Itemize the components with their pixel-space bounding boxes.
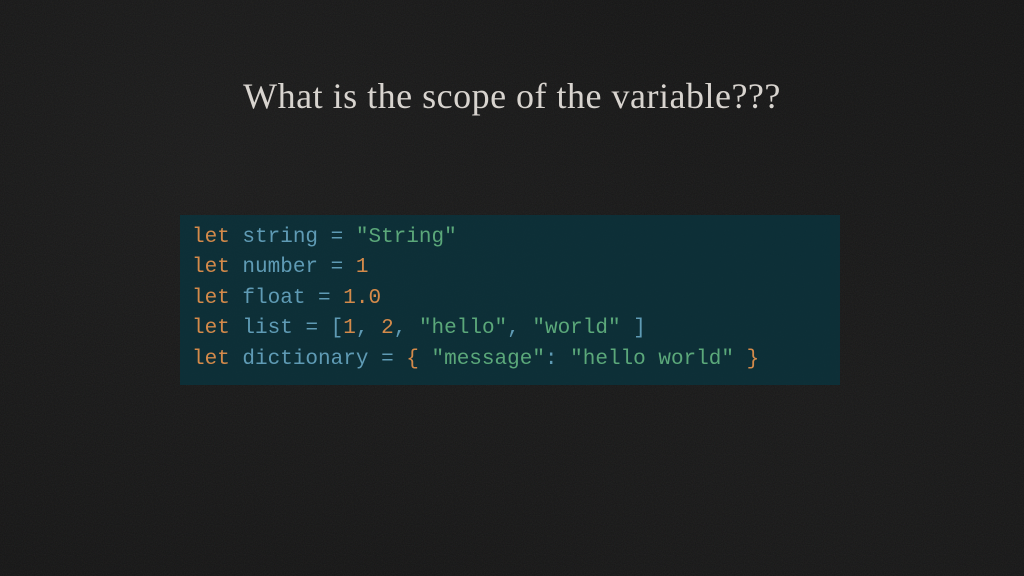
code-line-4: let list = [1, 2, "hello", "world" ] [192,314,828,344]
comma: , [507,317,520,340]
space [406,317,419,340]
bracket-close: ] [633,317,646,340]
space [318,256,331,279]
space [368,348,381,371]
identifier-number: number [242,256,318,279]
identifier-float: float [242,287,305,310]
code-block: let string = "String" let number = 1 let… [180,215,840,385]
operator-equals: = [381,348,394,371]
keyword-let: let [192,317,230,340]
identifier-string: string [242,226,318,249]
slide-title: What is the scope of the variable??? [0,75,1024,117]
brace-close: } [747,348,760,371]
comma: , [356,317,369,340]
space [230,226,243,249]
number-literal: 2 [381,317,394,340]
space [331,287,344,310]
operator-equals: = [318,287,331,310]
operator-equals: = [331,256,344,279]
string-literal: "message" [432,348,545,371]
colon: : [545,348,558,371]
string-literal: "hello world" [570,348,734,371]
space [230,256,243,279]
space [343,226,356,249]
brace-open: { [406,348,419,371]
bracket-open: [ [331,317,344,340]
space [520,317,533,340]
space [419,348,432,371]
code-line-1: let string = "String" [192,223,828,253]
comma: , [394,317,407,340]
operator-equals: = [305,317,318,340]
identifier-dictionary: dictionary [242,348,368,371]
space [318,226,331,249]
number-literal: 1.0 [343,287,381,310]
space [734,348,747,371]
string-literal: "String" [356,226,457,249]
space [558,348,571,371]
space [343,256,356,279]
string-literal: "hello" [419,317,507,340]
space [318,317,331,340]
space [230,317,243,340]
space [394,348,407,371]
number-literal: 1 [356,256,369,279]
code-line-2: let number = 1 [192,253,828,283]
keyword-let: let [192,256,230,279]
keyword-let: let [192,348,230,371]
keyword-let: let [192,226,230,249]
space [305,287,318,310]
space [230,287,243,310]
code-line-5: let dictionary = { "message": "hello wor… [192,345,828,375]
number-literal: 1 [343,317,356,340]
operator-equals: = [331,226,344,249]
identifier-list: list [242,317,292,340]
keyword-let: let [192,287,230,310]
space [369,317,382,340]
string-literal: "world" [532,317,620,340]
space [621,317,634,340]
space [230,348,243,371]
code-line-3: let float = 1.0 [192,284,828,314]
space [293,317,306,340]
